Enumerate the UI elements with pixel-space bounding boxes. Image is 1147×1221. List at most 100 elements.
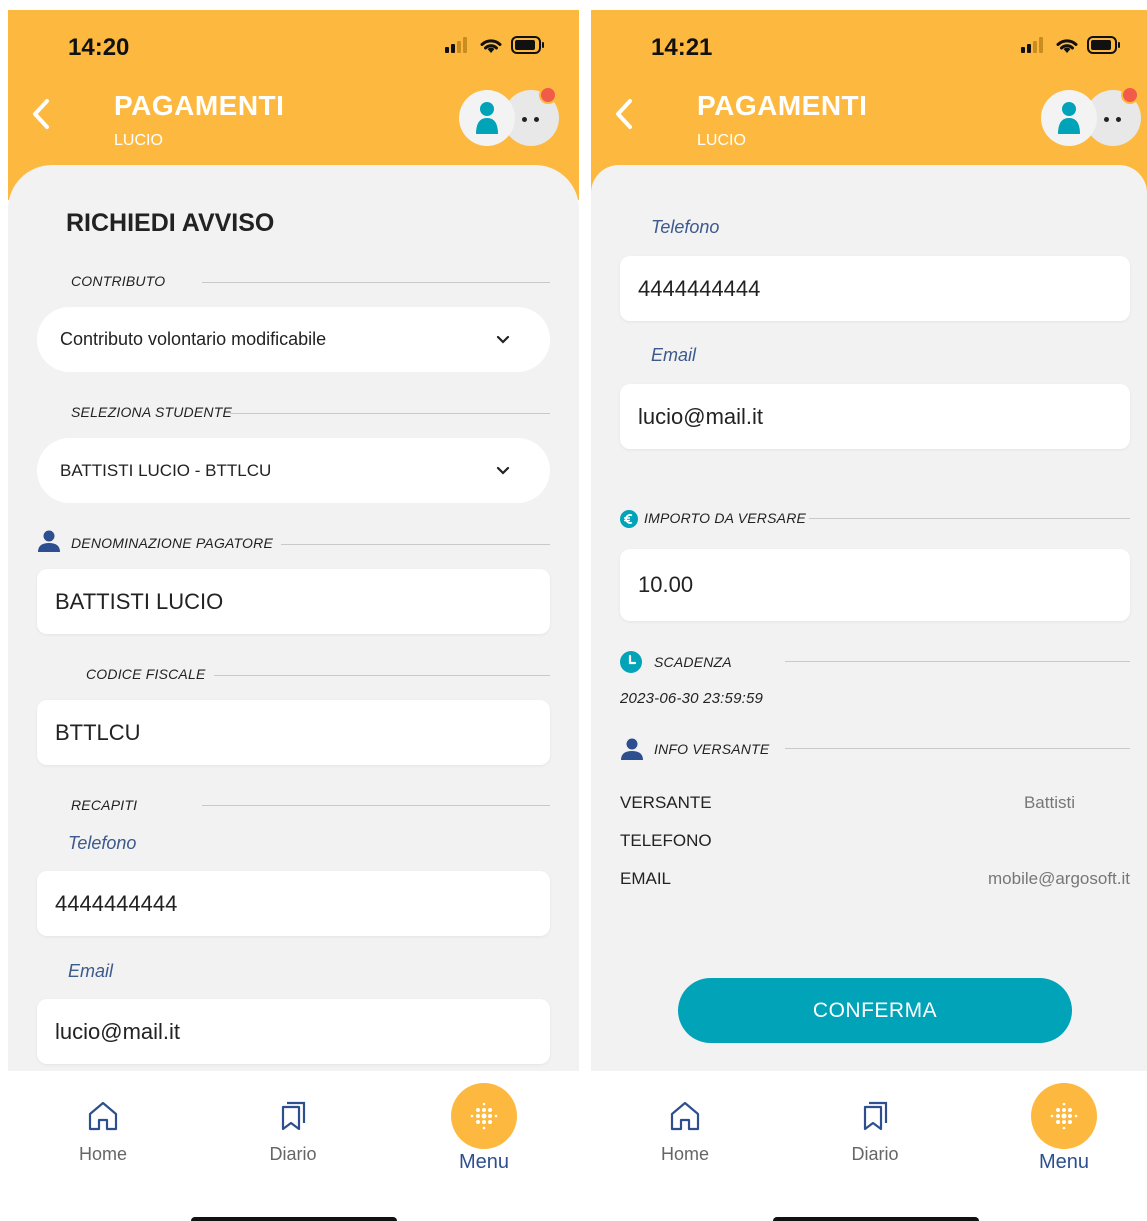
phone-screen-1: 14:20 PAGAMENTI LUCIO RICHIEDI AVVISO CO…	[8, 10, 579, 1221]
notification-badge	[1121, 86, 1139, 104]
telefono-value: 4444444444	[55, 890, 178, 916]
pagatore-label-text: DENOMINAZIONE PAGATORE	[71, 535, 273, 551]
contributo-label-text: CONTRIBUTO	[71, 273, 166, 289]
divider	[202, 282, 550, 283]
person-icon	[476, 102, 498, 134]
battery-icon	[511, 36, 544, 54]
email-field[interactable]: lucio@mail.it	[620, 384, 1130, 449]
studente-select[interactable]: BATTISTI LUCIO - BTTLCU	[37, 438, 550, 503]
nav-menu[interactable]: Menu	[424, 1083, 544, 1174]
form-card: RICHIEDI AVVISO CONTRIBUTO Contributo vo…	[8, 165, 579, 1071]
bottom-nav: Home Diario Menu	[8, 1071, 579, 1221]
email-label: Email	[68, 961, 114, 981]
telefono-label: Telefono	[68, 833, 137, 853]
email-value: lucio@mail.it	[638, 403, 764, 429]
pagatore-label: DENOMINAZIONE PAGATORE	[71, 535, 273, 551]
clock-icon	[620, 651, 642, 673]
importo-field[interactable]: 10.00	[620, 549, 1130, 621]
divider	[214, 675, 550, 676]
recapiti-label-text: RECAPITI	[71, 797, 138, 813]
home-indicator	[773, 1217, 979, 1221]
nav-menu-label: Menu	[1038, 1151, 1090, 1173]
home-icon	[88, 1101, 118, 1131]
nav-home-label: Home	[660, 1144, 709, 1164]
bottom-nav: Home Diario Menu	[591, 1071, 1147, 1221]
telefono-value: 4444444444	[638, 275, 761, 301]
status-icons	[1021, 36, 1121, 54]
importo-value: 10.00	[638, 572, 694, 597]
signal-icon	[1021, 37, 1043, 53]
nav-diario-label: Diario	[269, 1144, 317, 1164]
pagatore-value: BATTISTI LUCIO	[55, 588, 224, 614]
info-row-email: EMAIL mobile@argosoft.it	[620, 869, 1130, 889]
menu-button[interactable]	[451, 1083, 517, 1149]
importo-label: IMPORTO DA VERSARE	[644, 510, 806, 526]
menu-button[interactable]	[1031, 1083, 1097, 1149]
avatar	[459, 90, 515, 146]
form-card: Telefono 4444444444 Email lucio@mail.it …	[591, 165, 1147, 1071]
nav-menu[interactable]: Menu	[1004, 1083, 1124, 1174]
page-subtitle: LUCIO	[697, 132, 746, 149]
nav-diario[interactable]: Diario	[233, 1099, 353, 1165]
divider	[230, 413, 550, 414]
pagatore-field[interactable]: BATTISTI LUCIO	[37, 569, 550, 634]
nav-menu-label: Menu	[458, 1151, 510, 1173]
signal-icon	[445, 37, 467, 53]
home-icon	[670, 1101, 700, 1131]
divider	[785, 748, 1130, 749]
nav-diario[interactable]: Diario	[815, 1099, 935, 1165]
bookmark-icon	[281, 1101, 306, 1131]
chevron-left-icon	[616, 99, 632, 129]
recapiti-label: RECAPITI	[71, 797, 137, 813]
info-row-value: Battisti	[1023, 793, 1075, 812]
contributo-select[interactable]: Contributo volontario modificabile	[37, 307, 550, 372]
bookmark-icon	[863, 1101, 888, 1131]
back-button[interactable]	[613, 98, 635, 135]
nav-diario-label: Diario	[851, 1144, 899, 1164]
info-row-telefono: TELEFONO	[620, 831, 1130, 851]
info-row-value: mobile@argosoft.it	[988, 869, 1130, 888]
page-title: PAGAMENTI	[697, 90, 868, 121]
telefono-field[interactable]: 4444444444	[37, 871, 550, 936]
contributo-value: Contributo volontario modificabile	[60, 329, 327, 349]
divider	[785, 661, 1130, 662]
info-row-label: EMAIL	[620, 869, 672, 888]
profile-switcher[interactable]	[459, 86, 559, 150]
nav-home-label: Home	[78, 1144, 127, 1164]
scadenza-value: 2023-06-30 23:59:59	[620, 690, 763, 707]
chevron-left-icon	[33, 99, 49, 129]
email-value: lucio@mail.it	[55, 1018, 181, 1044]
cf-label: CODICE FISCALE	[86, 666, 206, 682]
cf-label-text: CODICE FISCALE	[86, 666, 206, 682]
email-field[interactable]: lucio@mail.it	[37, 999, 550, 1064]
confirm-button[interactable]: CONFERMA	[678, 978, 1072, 1043]
divider	[281, 544, 550, 545]
scadenza-label: SCADENZA	[654, 654, 732, 670]
scadenza-label-text: SCADENZA	[654, 654, 732, 670]
phone-screen-2: 14:21 PAGAMENTI LUCIO Telefono 444444444…	[591, 10, 1147, 1221]
codice-fiscale-field[interactable]: BTTLCU	[37, 700, 550, 765]
info-versante-label-text: INFO VERSANTE	[654, 741, 770, 757]
status-icons	[445, 36, 545, 54]
person-icon	[1058, 102, 1080, 134]
studente-label-text: SELEZIONA STUDENTE	[71, 404, 232, 420]
email-label: Email	[651, 345, 697, 365]
nav-home[interactable]: Home	[625, 1099, 745, 1165]
profile-switcher[interactable]	[1041, 86, 1141, 150]
wifi-icon	[1056, 39, 1078, 53]
home-indicator	[191, 1217, 397, 1221]
back-button[interactable]	[30, 98, 52, 135]
telefono-label: Telefono	[651, 217, 720, 237]
status-time: 14:20	[68, 34, 130, 61]
contributo-label: CONTRIBUTO	[71, 273, 165, 289]
avatar	[1041, 90, 1097, 146]
info-row-label: VERSANTE	[620, 793, 712, 812]
page-subtitle: LUCIO	[114, 132, 163, 149]
telefono-field[interactable]: 4444444444	[620, 256, 1130, 321]
grid-dots-icon	[470, 1102, 498, 1130]
divider	[809, 518, 1130, 519]
nav-home[interactable]: Home	[43, 1099, 163, 1165]
page-title: PAGAMENTI	[114, 90, 285, 121]
cf-value: BTTLCU	[55, 719, 141, 745]
chevron-down-icon	[496, 335, 510, 344]
